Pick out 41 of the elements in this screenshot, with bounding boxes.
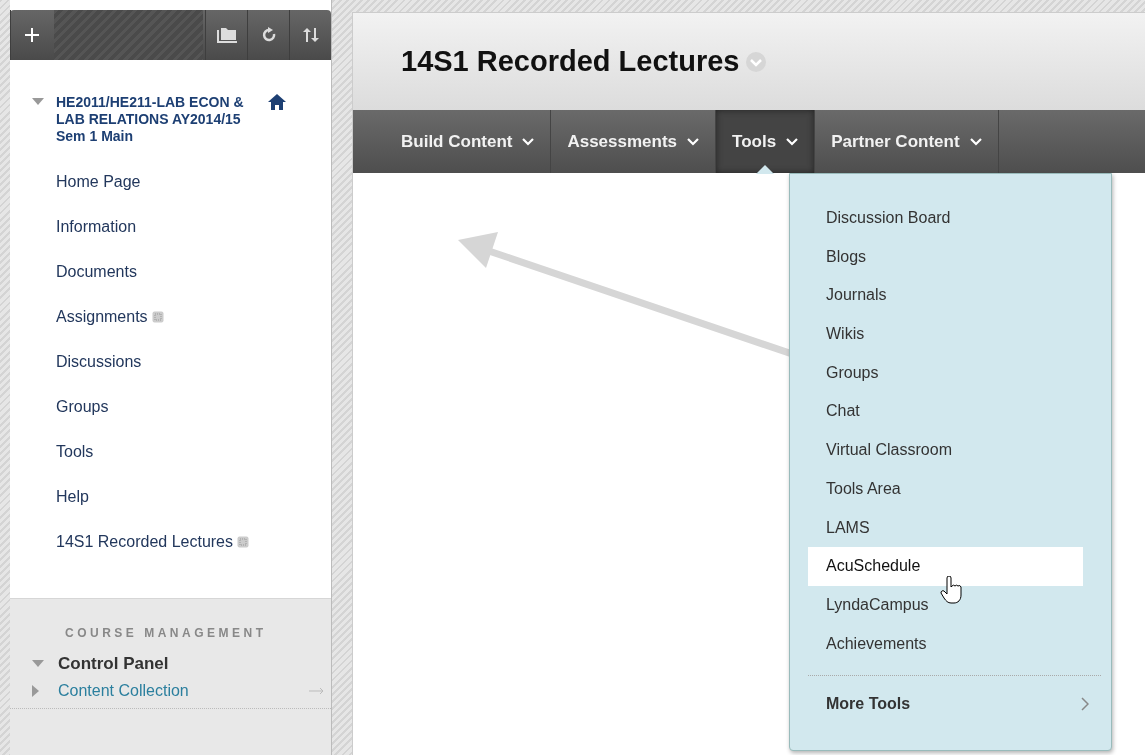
menu-item[interactable]: Tools Area xyxy=(808,469,1083,509)
menu-item[interactable]: Journals xyxy=(808,276,1083,316)
sort-arrows-icon xyxy=(302,27,319,43)
nav-link[interactable]: Documents xyxy=(56,262,137,281)
nav-link[interactable]: Groups xyxy=(56,397,109,416)
menu-item[interactable]: Chat xyxy=(808,392,1083,432)
course-title[interactable]: HE2011/HE211-LAB ECON & LAB RELATIONS AY2014/15 Sem 1 Main xyxy=(56,94,256,145)
chevron-down-icon xyxy=(969,137,982,146)
panel-heading[interactable]: Control Panel xyxy=(58,654,169,674)
menu-item[interactable]: Achievements xyxy=(808,624,1083,664)
chevron-down-icon xyxy=(687,137,700,146)
nav-link[interactable]: Discussions xyxy=(56,352,142,371)
chevron-right-icon xyxy=(1081,696,1089,711)
nav-link[interactable]: Home Page xyxy=(56,172,141,191)
chevron-down-icon xyxy=(786,137,799,146)
menu-tab[interactable]: Build Content xyxy=(353,110,552,173)
menu-item[interactable]: LyndaCampus xyxy=(808,585,1083,625)
folder-icon xyxy=(216,27,237,43)
nav-link[interactable]: 14S1 Recorded Lectures xyxy=(56,532,233,551)
menu-item[interactable]: Groups xyxy=(808,353,1083,393)
nav-link[interactable]: Assignments xyxy=(56,307,148,326)
nav-link[interactable]: Content Collection xyxy=(58,682,295,700)
nav-link[interactable]: Information xyxy=(56,217,137,236)
menu-item[interactable]: Wikis xyxy=(808,315,1083,354)
chevron-down-icon xyxy=(522,137,535,146)
nav-link[interactable]: Help xyxy=(56,487,89,506)
menu-item[interactable]: Blogs xyxy=(808,237,1083,277)
menu-item[interactable]: AcuSchedule xyxy=(808,547,1083,586)
plus-icon xyxy=(24,28,39,42)
menu-item[interactable]: LAMS xyxy=(808,508,1083,548)
menu-item[interactable]: Discussion Board xyxy=(808,199,1083,238)
section-heading: COURSE MANAGEMENT xyxy=(64,626,268,640)
page-title: 14S1 Recorded Lectures xyxy=(401,45,740,78)
home-icon xyxy=(268,94,286,110)
menu-tab[interactable]: Tools xyxy=(716,110,816,173)
menu-item[interactable]: Virtual Classroom xyxy=(808,431,1083,470)
right-arrow-icon xyxy=(309,688,325,694)
hand-cursor-icon xyxy=(940,576,964,604)
nav-link[interactable]: Tools xyxy=(56,442,94,461)
refresh-icon xyxy=(261,27,276,43)
submenu-item[interactable]: More Tools xyxy=(808,675,1101,732)
